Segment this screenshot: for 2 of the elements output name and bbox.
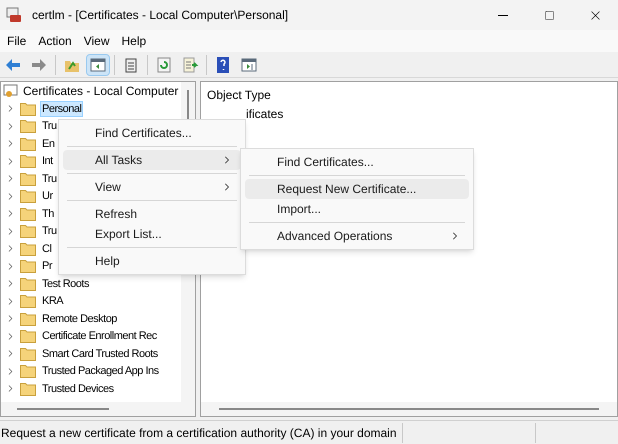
status-text: Request a new certificate from a certification authority (CA) in your domain xyxy=(0,424,398,442)
window-title: certlm - [Certificates - Local Computer\Personal] xyxy=(32,7,290,24)
